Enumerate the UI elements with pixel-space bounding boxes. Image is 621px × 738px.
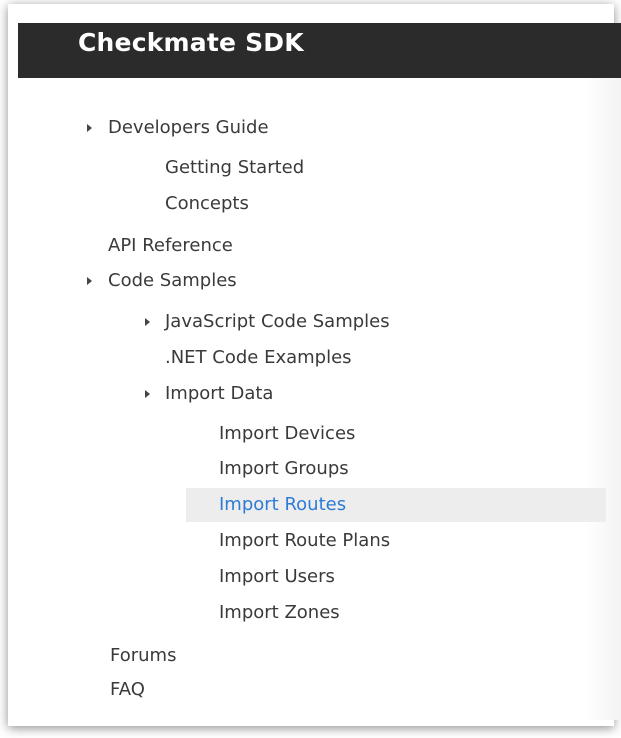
sidebar-edge-shade — [585, 78, 621, 720]
nav-item-import-groups[interactable]: Import Groups — [219, 458, 349, 480]
caret-right-icon[interactable] — [145, 318, 150, 326]
caret-right-icon[interactable] — [145, 390, 150, 398]
nav-item-getting-started[interactable]: Getting Started — [165, 157, 304, 179]
caret-right-icon[interactable] — [87, 124, 92, 132]
nav-item-import-routes[interactable]: Import Routes — [219, 494, 346, 516]
nav-item-import-devices[interactable]: Import Devices — [219, 423, 355, 445]
caret-right-icon[interactable] — [87, 277, 92, 285]
nav-item-faq[interactable]: FAQ — [110, 679, 145, 701]
nav-item-code-samples[interactable]: Code Samples — [108, 270, 237, 292]
nav-item-forums[interactable]: Forums — [110, 645, 176, 667]
nav-item-import-route-plans[interactable]: Import Route Plans — [219, 530, 390, 552]
nav-item-api-reference[interactable]: API Reference — [108, 235, 233, 257]
nav-item-javascript-code-samples[interactable]: JavaScript Code Samples — [165, 311, 390, 333]
sidebar-title: Checkmate SDK — [78, 28, 304, 57]
nav-item-net-code-examples[interactable]: .NET Code Examples — [165, 347, 352, 369]
nav-item-import-data[interactable]: Import Data — [165, 383, 273, 405]
nav-item-import-zones[interactable]: Import Zones — [219, 602, 340, 624]
nav-item-concepts[interactable]: Concepts — [165, 193, 249, 215]
nav-item-import-users[interactable]: Import Users — [219, 566, 335, 588]
nav-item-developers-guide[interactable]: Developers Guide — [108, 117, 269, 139]
